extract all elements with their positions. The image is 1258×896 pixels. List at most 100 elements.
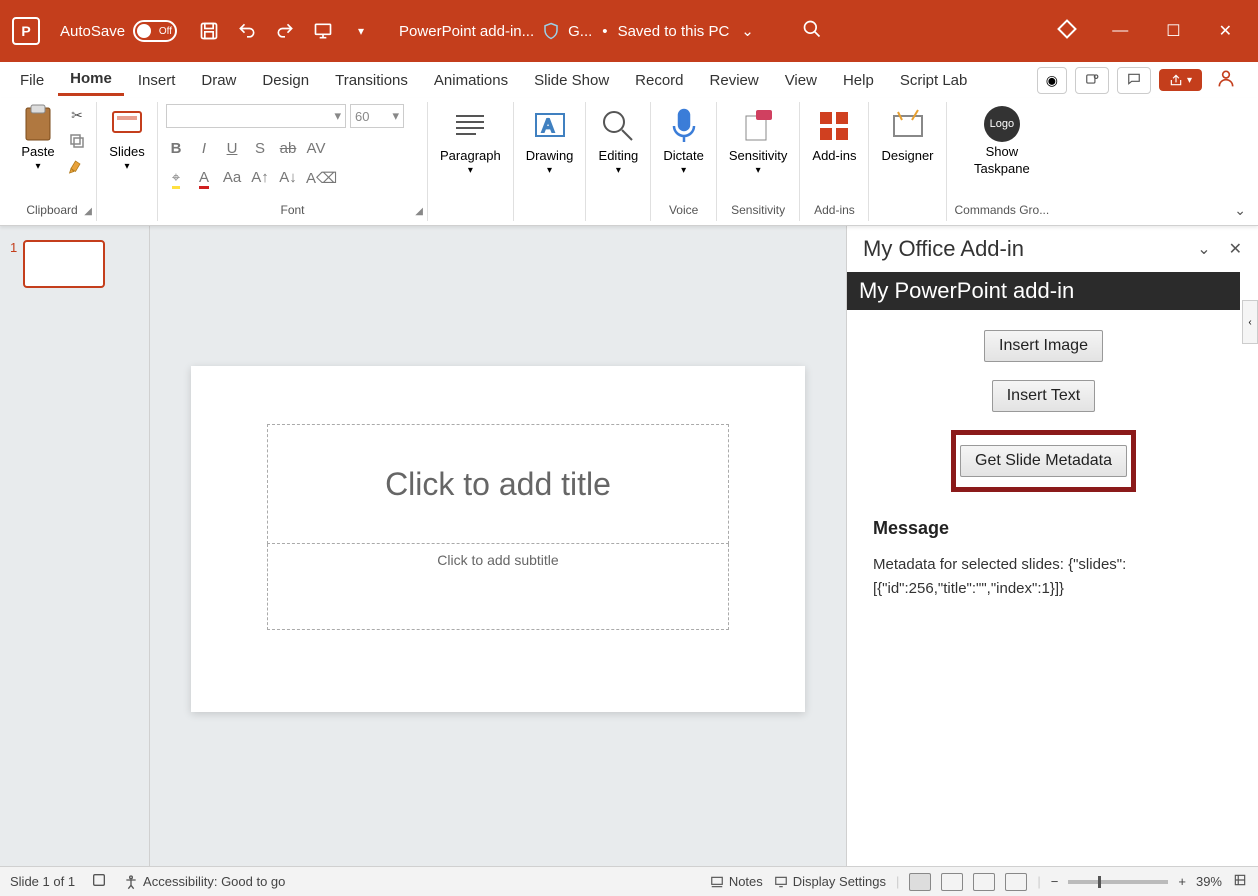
tab-design[interactable]: Design — [250, 66, 321, 95]
character-spacing-icon[interactable]: AV — [306, 140, 326, 157]
highlight-icon[interactable]: ⌖ — [166, 169, 186, 187]
tab-animations[interactable]: Animations — [422, 66, 520, 95]
copy-icon[interactable] — [66, 130, 88, 152]
sensitivity-button[interactable]: Sensitivity ▾ — [725, 104, 792, 178]
taskpane-header: My Office Add-in ⌄ ✕ — [847, 226, 1258, 272]
change-case-icon[interactable]: Aa — [222, 169, 242, 187]
dictate-button[interactable]: Dictate ▾ — [659, 104, 707, 178]
show-taskpane-button[interactable]: Logo Show Taskpane — [970, 104, 1034, 178]
display-settings-button[interactable]: Display Settings — [773, 874, 886, 889]
notes-button[interactable]: Notes — [709, 874, 763, 889]
account-icon[interactable] — [1210, 68, 1242, 93]
message-body: Metadata for selected slides: {"slides":… — [847, 545, 1240, 609]
close-button[interactable]: ✕ — [1219, 21, 1232, 41]
shadow-icon[interactable]: S — [250, 140, 270, 157]
message-heading: Message — [847, 502, 1240, 545]
font-family-dropdown[interactable]: ▾ — [166, 104, 346, 128]
designer-button[interactable]: Designer — [877, 104, 937, 165]
saved-status[interactable]: Saved to this PC — [618, 23, 730, 40]
slides-button[interactable]: Slides ▾ — [105, 104, 149, 174]
strikethrough-icon[interactable]: ab — [278, 140, 298, 157]
addins-button[interactable]: Add-ins — [808, 104, 860, 165]
tab-draw[interactable]: Draw — [189, 66, 248, 95]
slide-thumbnails-panel: 1 — [0, 226, 150, 866]
insert-image-button[interactable]: Insert Image — [984, 330, 1103, 362]
taskpane-title: My Office Add-in — [863, 236, 1024, 262]
underline-icon[interactable]: U — [222, 140, 242, 157]
chevron-down-icon[interactable]: ⌄ — [741, 22, 754, 40]
tab-view[interactable]: View — [773, 66, 829, 95]
toggle-switch[interactable]: Off — [133, 20, 177, 42]
save-icon[interactable] — [199, 21, 219, 41]
font-dialog-launcher[interactable]: ◢ — [415, 206, 423, 217]
slide-thumbnail-1[interactable] — [23, 240, 105, 288]
sorter-view-icon[interactable] — [941, 873, 963, 891]
insert-text-button[interactable]: Insert Text — [992, 380, 1096, 412]
tab-slideshow[interactable]: Slide Show — [522, 66, 621, 95]
fit-to-window-icon[interactable] — [1232, 873, 1248, 890]
zoom-slider[interactable] — [1068, 880, 1168, 884]
share-button[interactable]: ▾ — [1159, 69, 1202, 91]
clipboard-dialog-launcher[interactable]: ◢ — [84, 206, 92, 217]
tab-file[interactable]: File — [8, 66, 56, 95]
zoom-percent[interactable]: 39% — [1196, 874, 1222, 889]
shrink-font-icon[interactable]: A↓ — [278, 169, 298, 187]
separator-dot: • — [602, 23, 607, 40]
cut-icon[interactable]: ✂ — [66, 104, 88, 126]
zoom-in-icon[interactable]: + — [1178, 874, 1186, 889]
editing-button[interactable]: Editing ▾ — [594, 104, 642, 178]
clear-format-icon[interactable]: A⌫ — [306, 169, 326, 187]
minimize-button[interactable]: — — [1112, 22, 1128, 40]
slide[interactable]: Click to add title Click to add subtitle — [191, 366, 805, 712]
slide-counter[interactable]: Slide 1 of 1 — [10, 874, 75, 889]
italic-icon[interactable]: I — [194, 140, 214, 157]
qat-customize-icon[interactable]: ▾ — [351, 21, 371, 41]
tab-review[interactable]: Review — [698, 66, 771, 95]
ribbon-group-commands: Logo Show Taskpane Commands Gro... — [947, 102, 1058, 221]
slide-canvas-area[interactable]: Click to add title Click to add subtitle — [150, 226, 846, 866]
taskpane-close-icon[interactable]: ✕ — [1229, 239, 1242, 259]
subtitle-placeholder[interactable]: Click to add subtitle — [267, 544, 729, 630]
title-bar: P AutoSave Off ▾ PowerPoint add-in... G.… — [0, 0, 1258, 62]
tab-insert[interactable]: Insert — [126, 66, 188, 95]
accessibility-status[interactable]: Accessibility: Good to go — [123, 874, 285, 890]
teams-button[interactable] — [1075, 67, 1109, 94]
autosave-toggle[interactable]: AutoSave Off — [60, 20, 177, 42]
font-size-dropdown[interactable]: 60 ▾ — [350, 104, 404, 128]
grow-font-icon[interactable]: A↑ — [250, 169, 270, 187]
spellcheck-icon[interactable] — [91, 872, 107, 891]
taskpane-collapse-tab[interactable]: ‹ — [1242, 300, 1258, 344]
tab-help[interactable]: Help — [831, 66, 886, 95]
slideshow-view-icon[interactable] — [1005, 873, 1027, 891]
shield-icon — [542, 21, 560, 41]
tab-home[interactable]: Home — [58, 64, 124, 96]
tab-scriptlab[interactable]: Script Lab — [888, 66, 980, 95]
tab-record[interactable]: Record — [623, 66, 695, 95]
paragraph-button[interactable]: Paragraph ▾ — [436, 104, 505, 178]
search-icon[interactable] — [802, 19, 822, 44]
main-area: 1 Click to add title Click to add subtit… — [0, 226, 1258, 866]
paste-button[interactable]: Paste ▾ — [16, 104, 60, 174]
zoom-out-icon[interactable]: − — [1051, 874, 1059, 889]
shield-label: G... — [568, 23, 592, 40]
premium-diamond-icon[interactable] — [1060, 22, 1074, 41]
drawing-button[interactable]: A Drawing ▾ — [522, 104, 578, 178]
camera-record-button[interactable]: ◉ — [1037, 67, 1067, 94]
undo-icon[interactable] — [237, 21, 257, 41]
taskpane-banner: My PowerPoint add-in — [847, 272, 1240, 310]
present-icon[interactable] — [313, 21, 333, 41]
bold-icon[interactable]: B — [166, 140, 186, 157]
redo-icon[interactable] — [275, 21, 295, 41]
taskpane-dropdown-icon[interactable]: ⌄ — [1197, 239, 1210, 259]
font-color-icon[interactable]: A — [194, 169, 214, 187]
title-placeholder[interactable]: Click to add title — [267, 424, 729, 544]
normal-view-icon[interactable] — [909, 873, 931, 891]
comments-button[interactable] — [1117, 67, 1151, 94]
maximize-button[interactable]: ☐ — [1166, 21, 1180, 41]
reading-view-icon[interactable] — [973, 873, 995, 891]
tab-transitions[interactable]: Transitions — [323, 66, 420, 95]
svg-text:A: A — [542, 116, 554, 136]
format-painter-icon[interactable] — [66, 156, 88, 178]
get-slide-metadata-button[interactable]: Get Slide Metadata — [960, 445, 1127, 477]
collapse-ribbon-icon[interactable]: ⌄ — [1234, 202, 1246, 219]
